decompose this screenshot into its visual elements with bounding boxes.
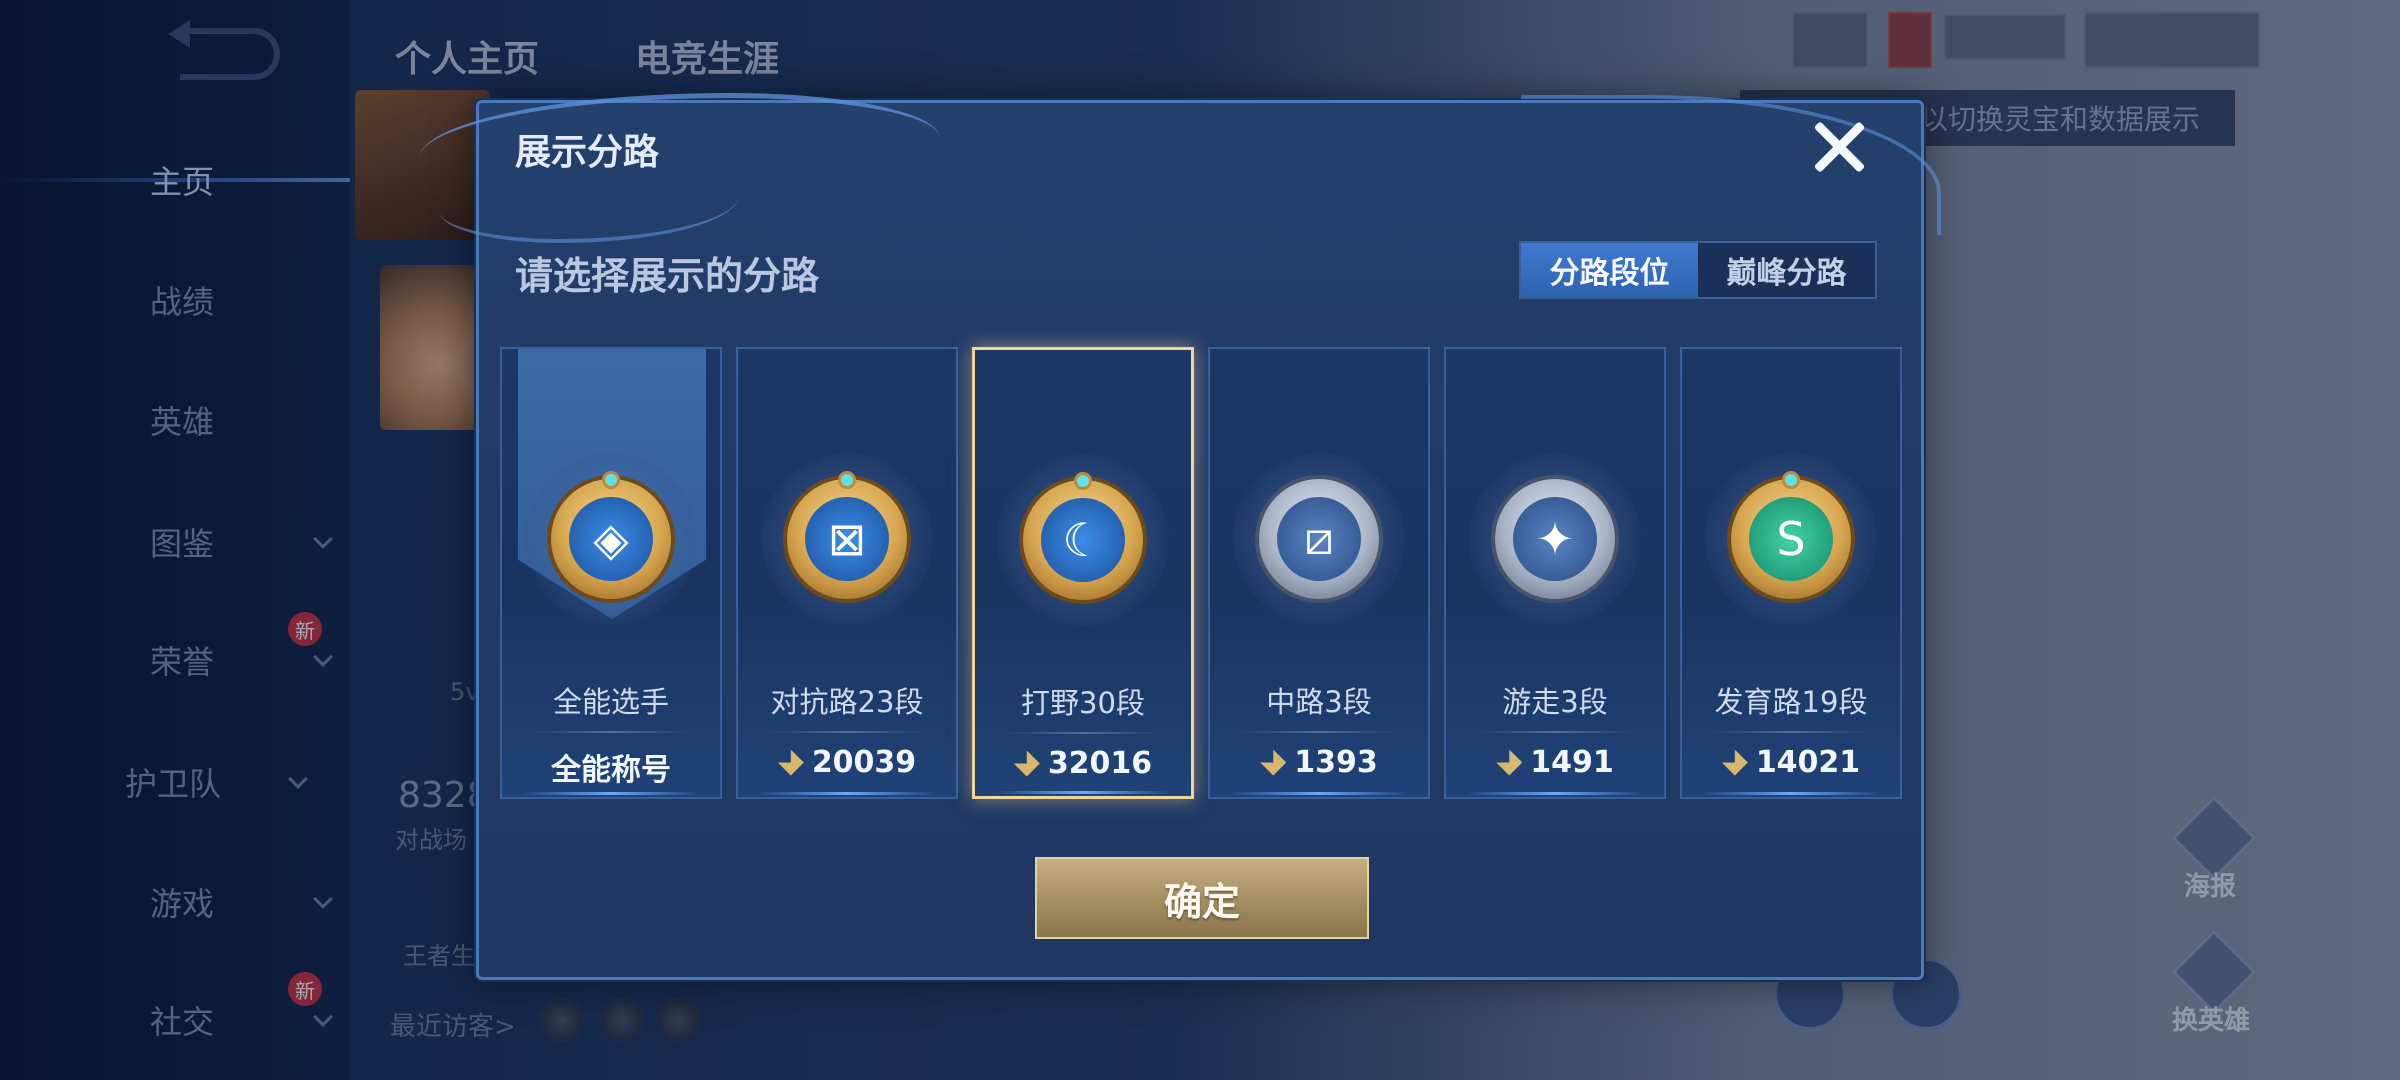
lane-card[interactable]: ☾ 打野30段 32016 bbox=[972, 347, 1194, 799]
lane-score-value: 20039 bbox=[811, 745, 917, 780]
lane-rank-label: 对抗路23段 bbox=[770, 685, 924, 719]
lane-score-value: 1491 bbox=[1530, 745, 1614, 780]
close-icon[interactable] bbox=[1807, 115, 1871, 179]
lane-rank-label: 发育路19段 bbox=[1714, 685, 1868, 719]
lane-mode-toggle: 分路段位 巅峰分路 bbox=[1519, 241, 1877, 299]
card-glow bbox=[995, 791, 1171, 794]
tab-lane-rank[interactable]: 分路段位 bbox=[1521, 243, 1698, 297]
badge-glyph: ✦ bbox=[1513, 497, 1597, 581]
lane-score-value: 全能称号 bbox=[551, 753, 671, 788]
badge-glyph: ◈ bbox=[569, 497, 653, 581]
lane-card[interactable]: S 发育路19段 14021 bbox=[1680, 347, 1902, 799]
confirm-button[interactable]: 确定 bbox=[1035, 857, 1369, 939]
lane-score: 32016 bbox=[975, 746, 1191, 781]
divider bbox=[768, 731, 926, 733]
lane-rank-label: 中路3段 bbox=[1266, 685, 1372, 719]
mid-lane-icon: ⧄ bbox=[1259, 479, 1379, 599]
lane-score: 全能称号 bbox=[502, 745, 720, 789]
lane-score: 20039 bbox=[738, 745, 956, 780]
card-glow bbox=[1466, 792, 1644, 795]
divider bbox=[1005, 732, 1161, 734]
dialog-subtitle: 请选择展示的分路 bbox=[515, 254, 820, 298]
divider bbox=[1712, 731, 1870, 733]
title-decoration bbox=[439, 163, 739, 243]
card-glow bbox=[522, 792, 700, 795]
lane-score: 14021 bbox=[1682, 745, 1900, 780]
lane-score: 1491 bbox=[1446, 745, 1664, 780]
card-glow bbox=[758, 792, 936, 795]
farm-lane-icon: S bbox=[1731, 471, 1851, 599]
badge-glyph: ⊠ bbox=[805, 497, 889, 581]
badge-glyph: ☾ bbox=[1041, 498, 1125, 582]
dialog-title: 展示分路 bbox=[515, 132, 660, 173]
badge-glyph: S bbox=[1749, 497, 1833, 581]
lane-rank-label: 打野30段 bbox=[1021, 686, 1145, 720]
versatile-icon: ◈ bbox=[551, 471, 671, 599]
corner-decoration bbox=[1521, 95, 1941, 235]
score-icon bbox=[1013, 750, 1040, 777]
lane-display-dialog: 展示分路 请选择展示的分路 分路段位 巅峰分路 ◈ 全能选手全能称号 ⊠ 对抗路23段… bbox=[419, 93, 1941, 980]
lane-card[interactable]: ⧄ 中路3段 1393 bbox=[1208, 347, 1430, 799]
score-icon bbox=[1260, 749, 1287, 776]
gem-icon bbox=[1074, 472, 1092, 490]
lane-card-list: ◈ 全能选手全能称号 ⊠ 对抗路23段 20039 ☾ 打野30段 32016 ⧄ 中路3段 139… bbox=[500, 347, 1904, 799]
lane-score-value: 32016 bbox=[1047, 746, 1153, 781]
gem-icon bbox=[838, 471, 856, 489]
card-glow bbox=[1702, 792, 1880, 795]
divider bbox=[1240, 731, 1398, 733]
lane-card[interactable]: ⊠ 对抗路23段 20039 bbox=[736, 347, 958, 799]
score-icon bbox=[777, 749, 804, 776]
jungle-icon: ☾ bbox=[1023, 472, 1143, 600]
divider bbox=[532, 731, 690, 733]
lane-score-value: 1393 bbox=[1294, 745, 1378, 780]
divider bbox=[1476, 731, 1634, 733]
lane-card[interactable]: ◈ 全能选手全能称号 bbox=[500, 347, 722, 799]
tab-peak-lane[interactable]: 巅峰分路 bbox=[1698, 243, 1875, 297]
badge-glyph: ⧄ bbox=[1277, 497, 1361, 581]
lane-score: 1393 bbox=[1210, 745, 1428, 780]
gem-icon bbox=[1782, 471, 1800, 489]
lane-score-value: 14021 bbox=[1755, 745, 1861, 780]
gem-icon bbox=[602, 471, 620, 489]
lane-rank-label: 全能选手 bbox=[552, 685, 669, 719]
score-icon bbox=[1721, 749, 1748, 776]
lane-rank-label: 游走3段 bbox=[1502, 685, 1608, 719]
roam-icon: ✦ bbox=[1495, 479, 1615, 599]
card-glow bbox=[1230, 792, 1408, 795]
clash-lane-icon: ⊠ bbox=[787, 471, 907, 599]
lane-card[interactable]: ✦ 游走3段 1491 bbox=[1444, 347, 1666, 799]
score-icon bbox=[1496, 749, 1523, 776]
